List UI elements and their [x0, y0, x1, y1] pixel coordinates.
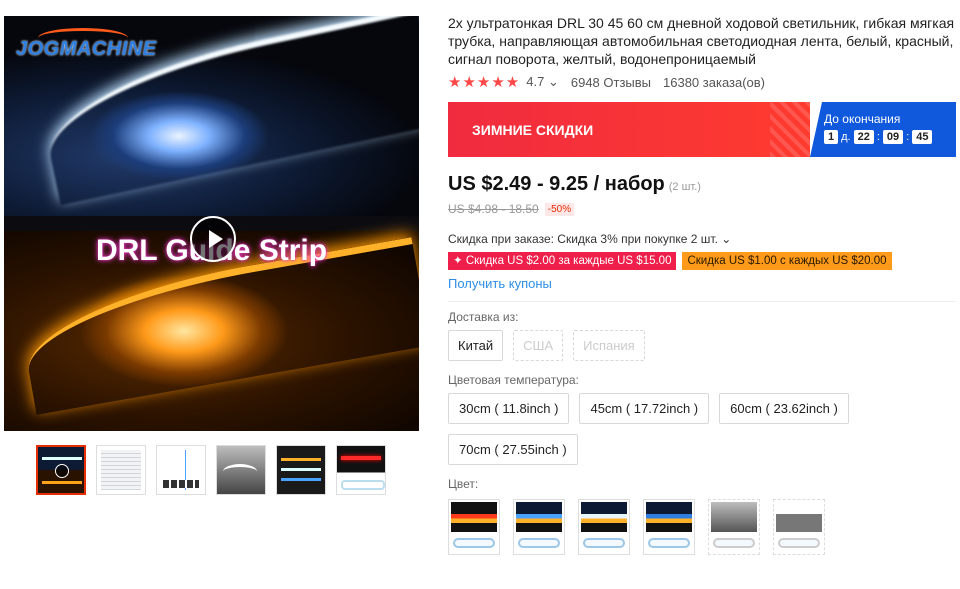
- rating-row: ★★★★★ 4.7 ⌄ 6948 Отзывы 16380 заказа(ов): [448, 72, 958, 92]
- sale-label: ЗИМНИЕ СКИДКИ: [448, 102, 810, 157]
- color-swatch-3[interactable]: [578, 499, 630, 555]
- temperature-options: 30cm ( 11.8inch ) 45cm ( 17.72inch ) 60c…: [448, 393, 958, 465]
- reviews-count[interactable]: 6948 Отзывы: [571, 75, 651, 90]
- color-swatch-6[interactable]: [773, 499, 825, 555]
- color-swatch-4[interactable]: [643, 499, 695, 555]
- thumbnail-5[interactable]: [276, 445, 326, 495]
- color-swatch-1[interactable]: [448, 499, 500, 555]
- countdown-minutes: 09: [882, 130, 904, 144]
- thumbnail-6[interactable]: [336, 445, 386, 495]
- main-product-image[interactable]: JOGMACHINE DRL Guide Strip: [4, 16, 419, 431]
- price-value: US $2.49 - 9.25 / набор: [448, 173, 665, 195]
- old-price: US $4.98 - 18.50: [448, 202, 539, 216]
- shipping-label: Доставка из:: [448, 310, 519, 324]
- color-label: Цвет:: [448, 477, 479, 491]
- size-45cm[interactable]: 45cm ( 17.72inch ): [579, 393, 710, 424]
- ship-from-usa: США: [513, 330, 564, 361]
- thumbnail-2[interactable]: [96, 445, 146, 495]
- countdown: До окончания 1 д. 22 : 09 : 45: [810, 102, 956, 157]
- countdown-label: До окончания: [824, 112, 901, 126]
- price-per-unit: (2 шт.): [668, 181, 701, 193]
- thumbnail-1[interactable]: [36, 445, 86, 495]
- color-swatch-2[interactable]: [513, 499, 565, 555]
- color-swatch-5[interactable]: [708, 499, 760, 555]
- temperature-label: Цветовая температура:: [448, 373, 579, 387]
- rating-value[interactable]: 4.7 ⌄: [526, 74, 559, 90]
- sale-banner: ЗИМНИЕ СКИДКИ До окончания 1 д. 22 : 09 …: [448, 102, 956, 157]
- product-info: 2x ультратонкая DRL 30 45 60 см дневной …: [448, 14, 958, 555]
- countdown-seconds: 45: [912, 130, 933, 144]
- countdown-days: 1: [824, 130, 839, 144]
- countdown-hours: 22: [853, 130, 874, 144]
- rating-stars-icon: ★★★★★: [448, 74, 521, 91]
- size-30cm[interactable]: 30cm ( 11.8inch ): [448, 393, 570, 424]
- thumbnail-3[interactable]: [156, 445, 206, 495]
- discount-badge: -50%: [544, 202, 575, 216]
- product-page: JOGMACHINE DRL Guide Strip 2x ультратонк…: [0, 0, 960, 589]
- ship-from-spain: Испания: [573, 330, 645, 361]
- size-60cm[interactable]: 60cm ( 23.62inch ): [719, 393, 849, 424]
- product-title: 2x ультратонкая DRL 30 45 60 см дневной …: [448, 15, 955, 67]
- get-coupons-link[interactable]: Получить купоны: [448, 276, 958, 291]
- thumbnail-strip: [36, 445, 386, 495]
- ship-from-china[interactable]: Китай: [448, 330, 504, 361]
- price: US $2.49 - 9.25 / набор (2 шт.): [448, 173, 958, 196]
- coupon-1[interactable]: ✦ Скидка US $2.00 за каждые US $15.00: [448, 252, 677, 270]
- shipping-options: Китай США Испания: [448, 330, 958, 361]
- old-price-row: US $4.98 - 18.50 -50%: [448, 202, 958, 216]
- thumbnail-4[interactable]: [216, 445, 266, 495]
- divider: [448, 301, 956, 302]
- color-options: [448, 499, 958, 555]
- coupons-row: ✦ Скидка US $2.00 за каждые US $15.00 Ск…: [448, 252, 958, 270]
- countdown-timer: 1 д. 22 : 09 : 45: [824, 130, 956, 144]
- order-discount[interactable]: Скидка при заказе: Скидка 3% при покупке…: [448, 232, 958, 246]
- play-video-icon[interactable]: [190, 216, 236, 262]
- brand-logo: JOGMACHINE: [16, 38, 157, 60]
- coupon-2[interactable]: Скидка US $1.00 с каждых US $20.00: [682, 252, 892, 270]
- play-icon: [55, 464, 69, 478]
- size-70cm[interactable]: 70cm ( 27.55inch ): [448, 434, 578, 465]
- orders-count: 16380 заказа(ов): [663, 74, 766, 90]
- countdown-days-unit: д.: [841, 131, 851, 143]
